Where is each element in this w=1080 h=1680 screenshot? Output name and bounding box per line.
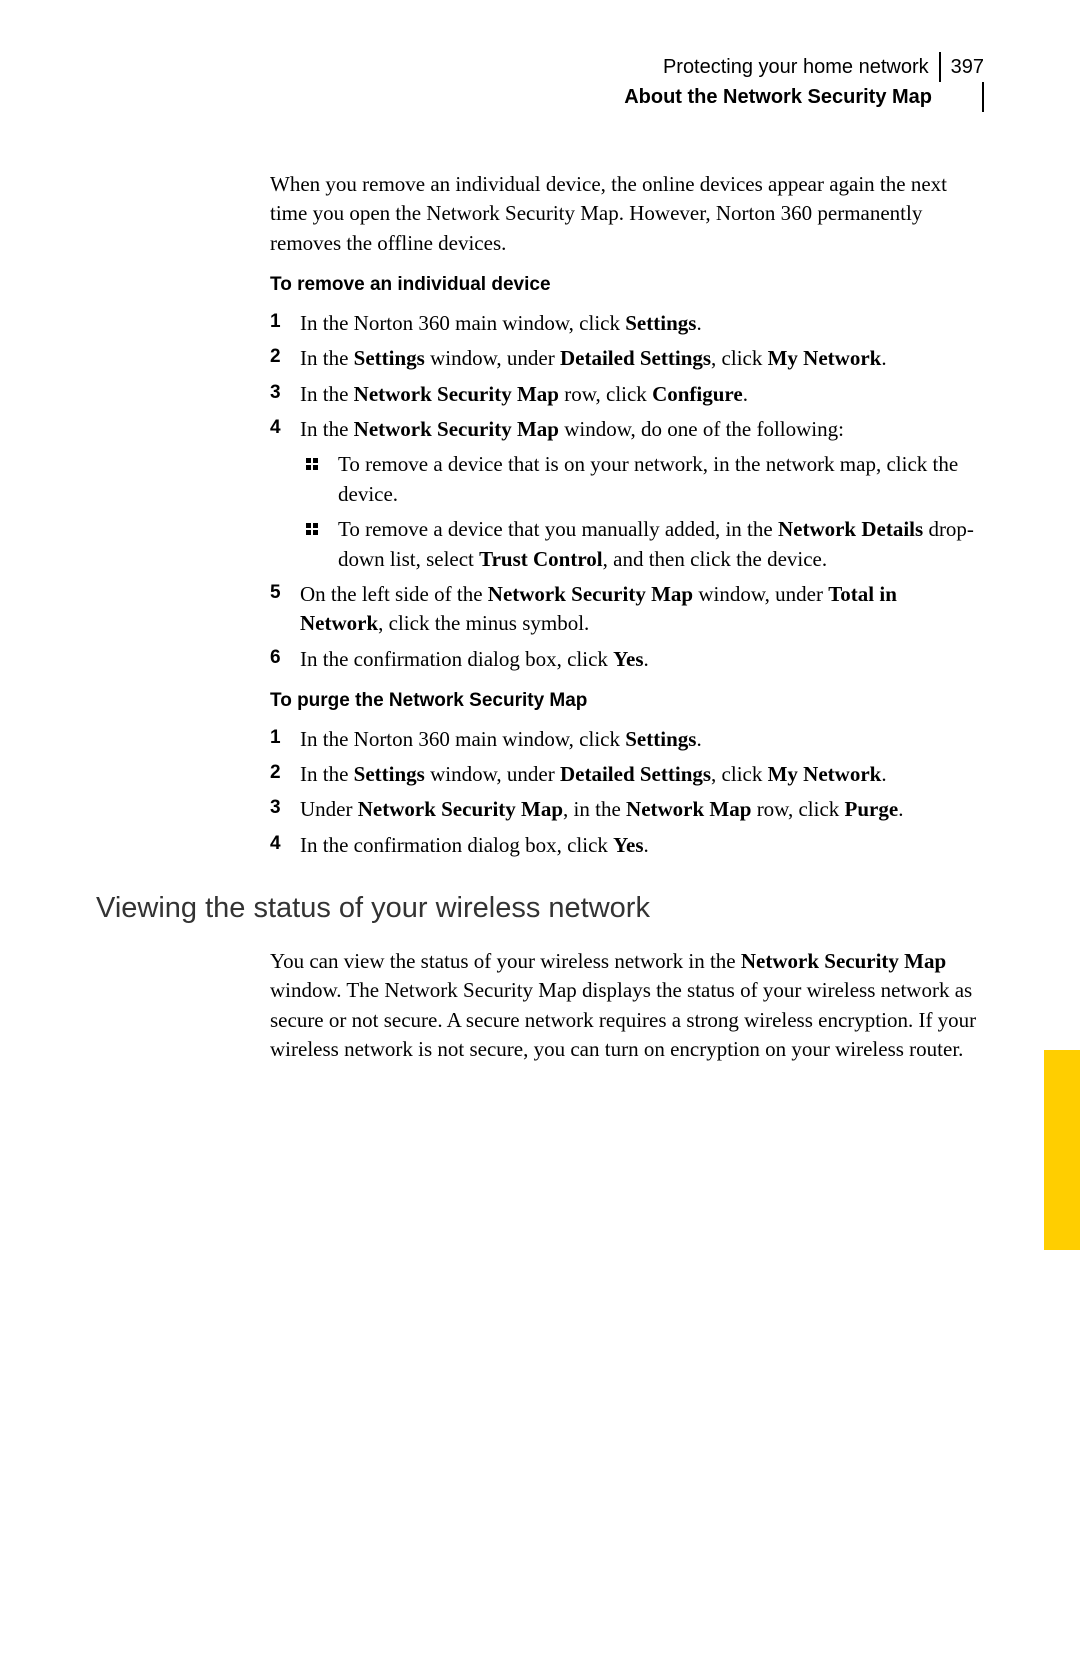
section-title: About the Network Security Map: [624, 82, 984, 112]
step: In the Norton 360 main window, click Set…: [270, 725, 984, 754]
step: In the Network Security Map row, click C…: [270, 380, 984, 409]
step: In the confirmation dialog box, click Ye…: [270, 831, 984, 860]
procedure-title-1: To remove an individual device: [270, 272, 984, 299]
body-content: When you remove an individual device, th…: [270, 170, 984, 860]
step: In the Network Security Map window, do o…: [270, 415, 984, 574]
bullet-item: To remove a device that you manually add…: [300, 515, 984, 574]
chapter-title: Protecting your home network: [663, 52, 941, 82]
bullet-item: To remove a device that is on your netwo…: [300, 450, 984, 509]
page-header: Protecting your home network 397 About t…: [96, 52, 984, 112]
step: In the confirmation dialog box, click Ye…: [270, 645, 984, 674]
section-body: You can view the status of your wireless…: [270, 947, 984, 1065]
section-paragraph: You can view the status of your wireless…: [270, 947, 984, 1065]
procedure-2-steps: In the Norton 360 main window, click Set…: [270, 725, 984, 861]
step: In the Settings window, under Detailed S…: [270, 344, 984, 373]
procedure-1-steps: In the Norton 360 main window, click Set…: [270, 309, 984, 674]
intro-paragraph: When you remove an individual device, th…: [270, 170, 984, 258]
step: In the Settings window, under Detailed S…: [270, 760, 984, 789]
sub-bullets: To remove a device that is on your netwo…: [300, 450, 984, 574]
step: In the Norton 360 main window, click Set…: [270, 309, 984, 338]
step: Under Network Security Map, in the Netwo…: [270, 795, 984, 824]
procedure-title-2: To purge the Network Security Map: [270, 688, 984, 715]
section-heading: Viewing the status of your wireless netw…: [96, 888, 984, 929]
page-number: 397: [941, 52, 984, 82]
page-tab-marker: [1044, 1050, 1080, 1250]
step: On the left side of the Network Security…: [270, 580, 984, 639]
